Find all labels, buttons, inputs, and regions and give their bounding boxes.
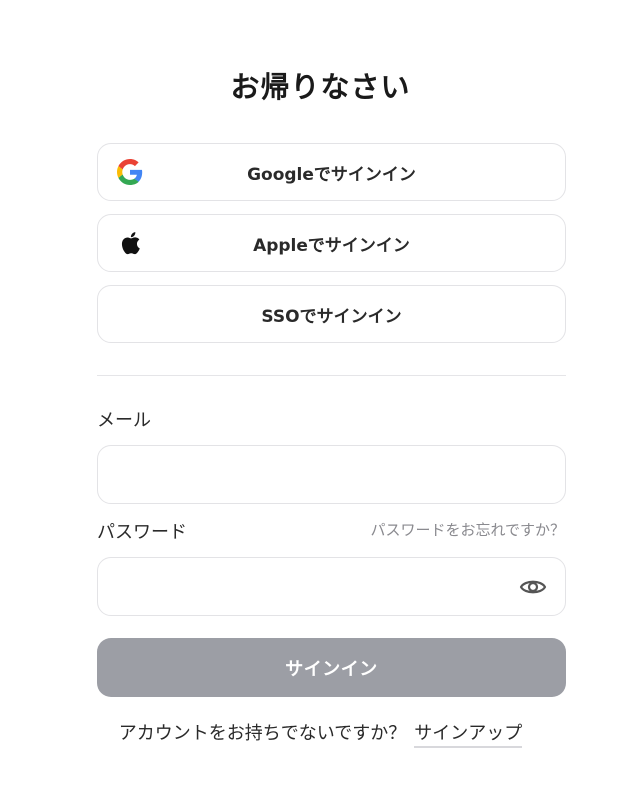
email-input[interactable] bbox=[98, 446, 498, 503]
sso-signin-label: SSOでサインイン bbox=[261, 306, 402, 327]
sso-signin-button[interactable]: SSOでサインイン bbox=[97, 285, 566, 343]
divider bbox=[97, 375, 566, 376]
page-title: お帰りなさい bbox=[230, 70, 411, 104]
signin-button[interactable]: サインイン bbox=[97, 638, 566, 697]
password-input[interactable] bbox=[98, 558, 498, 615]
password-field-container bbox=[97, 557, 566, 616]
signup-link[interactable]: サインアップ bbox=[414, 723, 523, 748]
password-label: パスワード bbox=[97, 522, 187, 543]
signup-prompt-text: アカウントをお持ちでないですか？ bbox=[118, 723, 407, 744]
apple-signin-label: Appleでサインイン bbox=[253, 235, 410, 256]
email-field-container bbox=[97, 445, 566, 504]
eye-icon[interactable] bbox=[519, 576, 547, 598]
apple-signin-button[interactable]: Appleでサインイン bbox=[97, 214, 566, 272]
apple-icon bbox=[117, 230, 143, 256]
email-label: メール bbox=[97, 410, 151, 431]
google-icon bbox=[117, 159, 143, 185]
google-signin-label: Googleでサインイン bbox=[247, 164, 416, 185]
google-signin-button[interactable]: Googleでサインイン bbox=[97, 143, 566, 201]
signup-prompt: アカウントをお持ちでないですか？ サインアップ bbox=[0, 719, 641, 748]
forgot-password-link[interactable]: パスワードをお忘れですか？ bbox=[370, 519, 565, 540]
